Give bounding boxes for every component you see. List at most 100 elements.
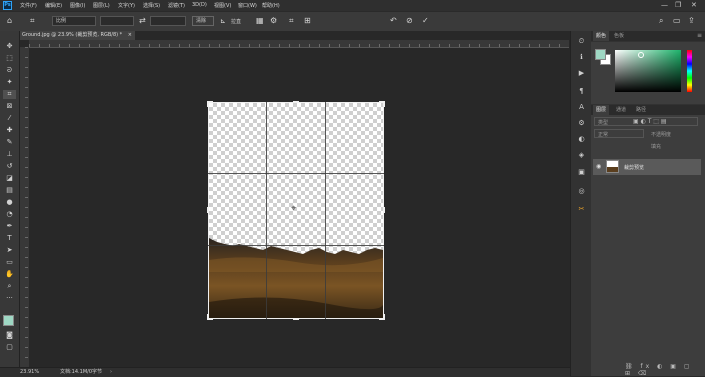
- info-icon[interactable]: ℹ: [576, 52, 587, 62]
- straighten-label[interactable]: 拉直: [231, 18, 241, 25]
- menu-help[interactable]: 帮助(H): [262, 2, 280, 9]
- gradient-icon[interactable]: ▤: [3, 186, 16, 195]
- crop-handle-top[interactable]: [293, 101, 299, 103]
- width-field[interactable]: [100, 16, 134, 26]
- minimize-icon[interactable]: —: [661, 1, 668, 9]
- menu-image[interactable]: 图像(I): [70, 2, 85, 9]
- tab-channels[interactable]: 通道: [613, 105, 629, 115]
- crop-handle-right[interactable]: [383, 207, 385, 213]
- zoom-icon[interactable]: ⌕: [3, 282, 16, 291]
- healing-icon[interactable]: ✚: [3, 126, 16, 135]
- hand-icon[interactable]: ✋: [3, 270, 16, 279]
- close-window-icon[interactable]: ✕: [691, 1, 697, 9]
- stamp-icon[interactable]: ⊥: [3, 150, 16, 159]
- panel-menu-icon[interactable]: ≡: [697, 31, 702, 41]
- restore-icon[interactable]: ❐: [675, 1, 681, 9]
- tab-swatches[interactable]: 色板: [611, 31, 627, 41]
- delete-cropped-pixels-icon[interactable]: ⌗: [289, 16, 294, 26]
- menu-edit[interactable]: 编辑(E): [45, 2, 62, 9]
- visibility-eye-icon[interactable]: ◉: [596, 163, 601, 170]
- tab-paths[interactable]: 路径: [633, 105, 649, 115]
- pen-icon[interactable]: ✒: [3, 222, 16, 231]
- properties-icon[interactable]: ⚙: [576, 118, 587, 128]
- libraries-icon[interactable]: ▣: [576, 167, 587, 177]
- marquee-icon[interactable]: ⬚: [3, 54, 16, 63]
- tab-color[interactable]: 颜色: [593, 31, 610, 41]
- crop-grid-line: [208, 245, 384, 246]
- styles-icon[interactable]: ◈: [576, 150, 587, 160]
- layer-name[interactable]: 裁剪预览: [624, 164, 644, 171]
- screen-mode-icon[interactable]: ▢: [3, 343, 16, 352]
- adjustments-icon[interactable]: ◐: [576, 134, 587, 144]
- straighten-icon[interactable]: ⊾: [220, 16, 226, 26]
- path-select-icon[interactable]: ➤: [3, 246, 16, 255]
- menu-view[interactable]: 视图(V): [214, 2, 231, 9]
- menu-filter[interactable]: 滤镜(T): [168, 2, 185, 9]
- dodge-icon[interactable]: ◔: [3, 210, 16, 219]
- commit-icon[interactable]: ✓: [422, 16, 429, 26]
- magic-wand-icon[interactable]: ✦: [3, 78, 16, 87]
- menu-file[interactable]: 文件(F): [20, 2, 37, 9]
- cancel-icon[interactable]: ⊘: [406, 16, 413, 26]
- clear-button[interactable]: 清除: [192, 16, 214, 26]
- menu-3d[interactable]: 3D(D): [192, 2, 207, 8]
- character-icon[interactable]: A: [576, 102, 587, 112]
- crop-handle-top-left-v: [207, 101, 209, 107]
- content-aware-icon[interactable]: ⊞: [304, 16, 311, 26]
- reset-icon[interactable]: ↶: [390, 16, 397, 26]
- lasso-icon[interactable]: ᘐ: [3, 66, 16, 75]
- menu-window[interactable]: 窗口(W): [238, 2, 257, 9]
- crop-handle-left[interactable]: [207, 207, 209, 213]
- play-action-icon[interactable]: ▶: [576, 68, 587, 78]
- paragraph-icon[interactable]: ¶: [576, 86, 587, 96]
- app-logo: Ps: [3, 1, 12, 10]
- home-icon[interactable]: ⌂: [7, 16, 12, 26]
- right-panels: 颜色 色板 ≡ 图层 通道 路径 类型 ▣ ◐ T ⬚ ▤ 正常 不透明度 填充…: [591, 31, 705, 377]
- blur-icon[interactable]: ●: [3, 198, 16, 207]
- eyedropper-icon[interactable]: ⁄: [3, 114, 16, 123]
- share-icon[interactable]: ⇪: [688, 16, 695, 26]
- brush-settings-icon[interactable]: ✂: [576, 204, 587, 214]
- frame-icon[interactable]: ⊠: [3, 102, 16, 111]
- color-picker-marker[interactable]: [638, 52, 644, 58]
- history-brush-icon[interactable]: ↺: [3, 162, 16, 171]
- eraser-icon[interactable]: ◪: [3, 174, 16, 183]
- layer-actions[interactable]: ⛓ fx ◐ ▣ ▢ ⊞ ⌫: [625, 363, 705, 377]
- type-icon[interactable]: T: [3, 234, 16, 243]
- blend-mode-select[interactable]: 正常: [594, 129, 644, 138]
- ratio-select[interactable]: 比例: [52, 16, 96, 26]
- quick-mask-icon[interactable]: ◙: [3, 331, 16, 340]
- layer-row[interactable]: ◉ 裁剪预览: [593, 159, 701, 175]
- height-field[interactable]: [150, 16, 186, 26]
- rectangle-icon[interactable]: ▭: [3, 258, 16, 267]
- menu-layer[interactable]: 图层(L): [93, 2, 110, 9]
- tab-layers[interactable]: 图层: [593, 105, 610, 115]
- overlay-grid-icon[interactable]: ▦: [256, 16, 264, 26]
- brush-icon[interactable]: ✎: [3, 138, 16, 147]
- move-icon[interactable]: ✥: [3, 42, 16, 51]
- menu-select[interactable]: 选择(S): [143, 2, 160, 9]
- color-picker-field[interactable]: [615, 50, 681, 92]
- more-icon[interactable]: ···: [3, 294, 16, 303]
- foreground-swatch[interactable]: [3, 315, 14, 326]
- workspace-icon[interactable]: ▭: [673, 16, 681, 26]
- history-icon[interactable]: ⏲: [576, 36, 587, 46]
- document-tab[interactable]: Ground.jpg @ 23.9% (裁剪预览, RGB/8) * ×: [20, 31, 135, 40]
- crop-handle-bottom[interactable]: [293, 318, 299, 320]
- hue-slider[interactable]: [687, 50, 692, 92]
- search-icon[interactable]: ⌕: [659, 16, 663, 26]
- 3d-icon[interactable]: ◎: [576, 186, 587, 196]
- crop-center-icon[interactable]: ⌖: [291, 205, 296, 214]
- toolbar: ✥ ⬚ ᘐ ✦ ⌗ ⊠ ⁄ ✚ ✎ ⊥ ↺ ◪ ▤ ● ◔ ✒ T ➤ ▭ ✋ …: [0, 31, 20, 367]
- settings-gear-icon[interactable]: ⚙: [270, 16, 277, 26]
- filter-icons[interactable]: ▣ ◐ T ⬚ ▤: [633, 118, 667, 125]
- crop-tool-preset-icon[interactable]: ⌗: [30, 16, 35, 26]
- swap-icon[interactable]: ⇄: [139, 16, 146, 26]
- menu-type[interactable]: 文字(Y): [118, 2, 135, 9]
- crop-grid-line: [325, 102, 326, 319]
- layer-filter-bar[interactable]: 类型 ▣ ◐ T ⬚ ▤: [594, 117, 698, 126]
- tab-close-icon[interactable]: ×: [128, 31, 132, 40]
- layer-thumbnail: [606, 160, 619, 173]
- color-foreground-swatch[interactable]: [595, 49, 606, 60]
- crop-icon[interactable]: ⌗: [3, 90, 16, 99]
